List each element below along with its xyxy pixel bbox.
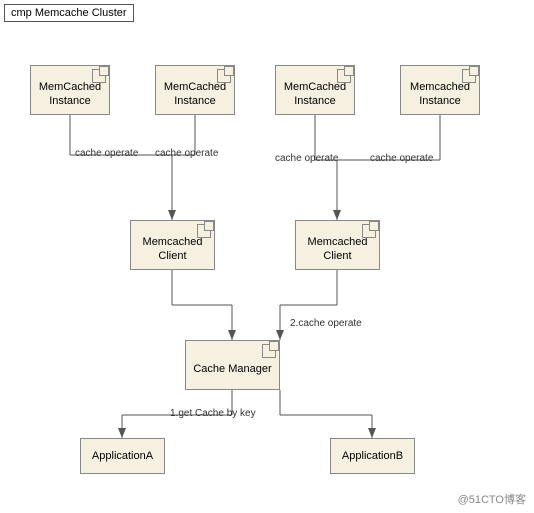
instance4-label: Memcached Instance bbox=[406, 80, 474, 109]
watermark: @51CTO博客 bbox=[458, 491, 526, 507]
diagram: cmp Memcache Cluster bbox=[0, 0, 534, 513]
client1-label: Memcached Client bbox=[139, 235, 207, 264]
cache-op-label-5: 2.cache operate bbox=[290, 318, 362, 329]
app-a-label: ApplicationA bbox=[88, 449, 157, 463]
cache-manager-label: Cache Manager bbox=[189, 362, 275, 376]
box-icon-5 bbox=[197, 224, 211, 238]
instance3-label: MemCached Instance bbox=[280, 80, 350, 109]
cache-manager-box: Cache Manager bbox=[185, 340, 280, 390]
memcached-instance-3: MemCached Instance bbox=[275, 65, 355, 115]
application-b-box: ApplicationB bbox=[330, 438, 415, 474]
box-icon-6 bbox=[362, 224, 376, 238]
memcached-client-2: Memcached Client bbox=[295, 220, 380, 270]
instance1-label: MemCached Instance bbox=[35, 80, 105, 109]
memcached-client-1: Memcached Client bbox=[130, 220, 215, 270]
box-icon-7 bbox=[262, 344, 276, 358]
cache-op-label-2: cache operate bbox=[155, 148, 218, 159]
box-icon-4 bbox=[462, 69, 476, 83]
diagram-title: cmp Memcache Cluster bbox=[4, 4, 134, 22]
memcached-instance-4: Memcached Instance bbox=[400, 65, 480, 115]
box-icon-3 bbox=[337, 69, 351, 83]
instance2-label: MemCached Instance bbox=[160, 80, 230, 109]
client2-label: Memcached Client bbox=[304, 235, 372, 264]
memcached-instance-2: MemCached Instance bbox=[155, 65, 235, 115]
cache-op-label-1: cache operate bbox=[75, 148, 138, 159]
box-icon-2 bbox=[217, 69, 231, 83]
cache-op-label-3: cache operate bbox=[275, 153, 338, 164]
memcached-instance-1: MemCached Instance bbox=[30, 65, 110, 115]
application-a-box: ApplicationA bbox=[80, 438, 165, 474]
get-cache-label: 1.get Cache by key bbox=[170, 408, 256, 419]
app-b-label: ApplicationB bbox=[338, 449, 407, 463]
cache-op-label-4: cache operate bbox=[370, 153, 433, 164]
box-icon-1 bbox=[92, 69, 106, 83]
